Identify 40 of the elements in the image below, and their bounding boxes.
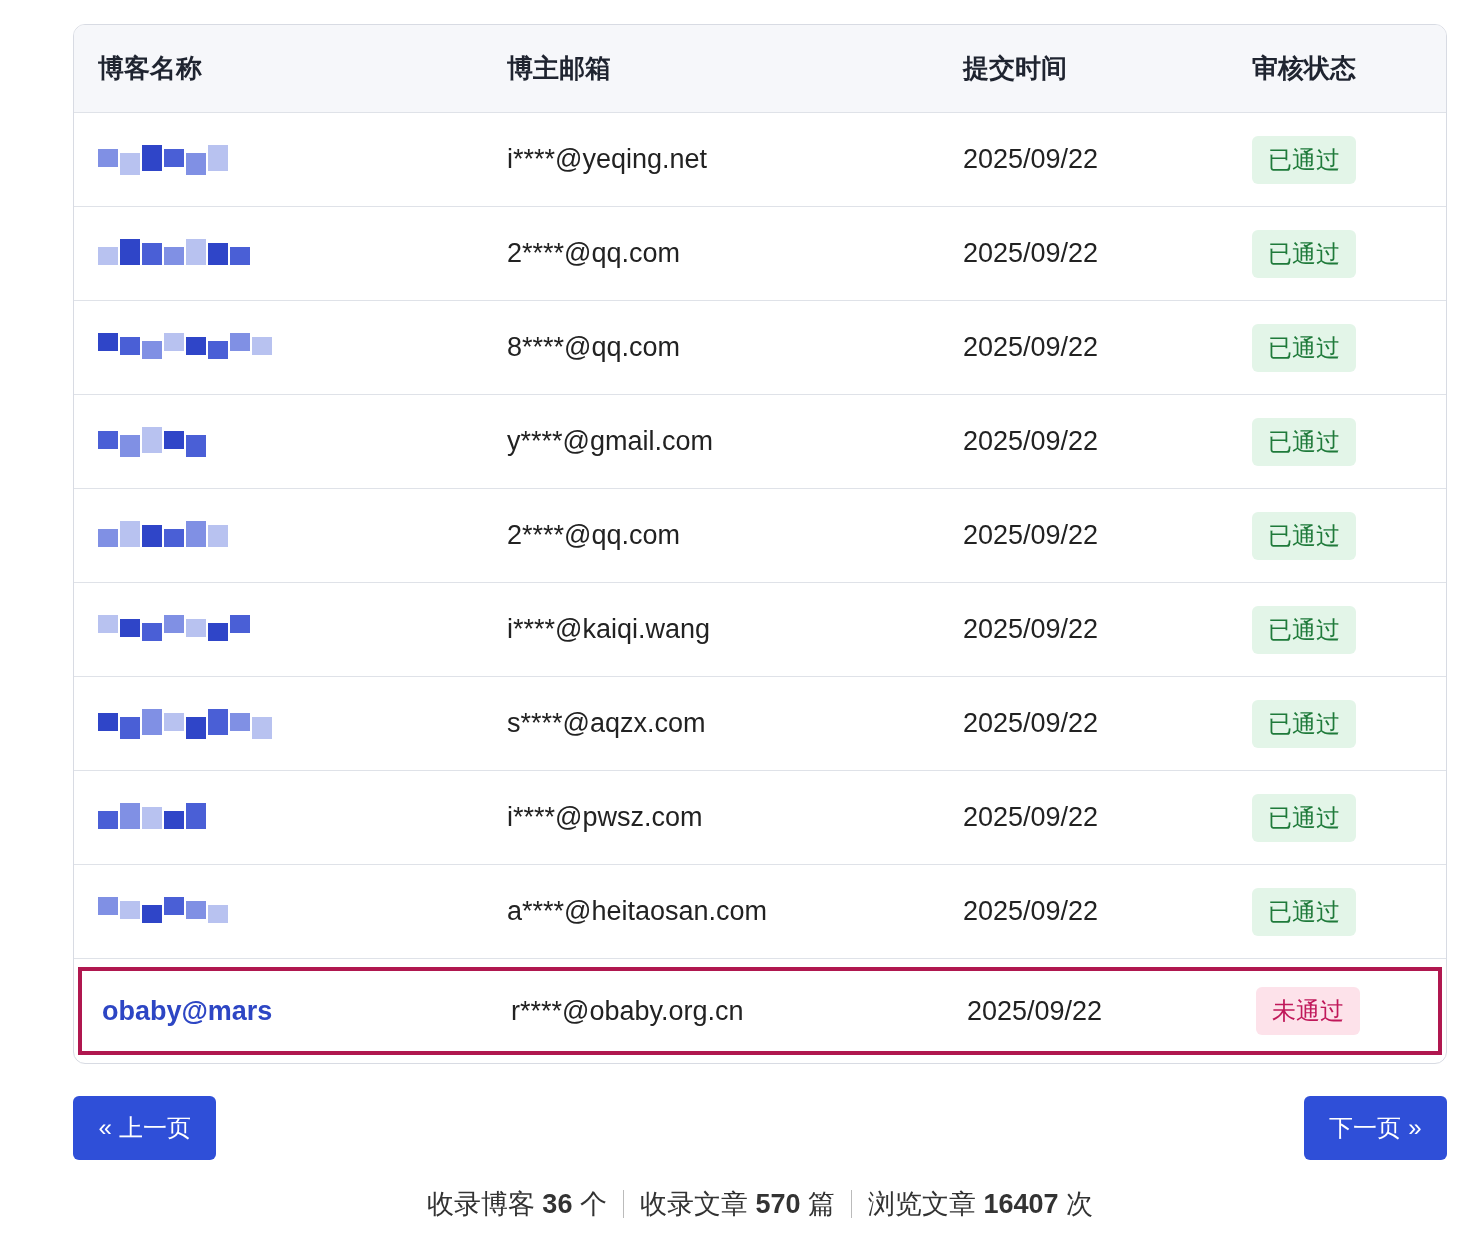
table-cell-text: 2025/09/22 bbox=[963, 425, 1100, 459]
next-page-button[interactable]: 下一页 » bbox=[1304, 1096, 1447, 1160]
table-cell-text: r****@obaby.org.cn bbox=[511, 994, 745, 1028]
table-cell-text: i****@yeqing.net bbox=[507, 143, 709, 177]
column-header: 提交时间 bbox=[963, 52, 1068, 85]
table-cell-text: a****@heitaosan.com bbox=[507, 895, 769, 929]
column-header: 博主邮箱 bbox=[507, 52, 612, 85]
table-cell-text: 2025/09/22 bbox=[963, 331, 1100, 365]
status-badge: 已通过 bbox=[1252, 511, 1356, 560]
table-cell-text: 2025/09/22 bbox=[963, 895, 1100, 929]
status-badge: 已通过 bbox=[1252, 135, 1356, 184]
status-badge: 未通过 bbox=[1256, 987, 1360, 1035]
previous-page-button[interactable]: « 上一页 bbox=[73, 1096, 216, 1160]
column-header: 博客名称 bbox=[98, 52, 203, 85]
status-badge: 已通过 bbox=[1252, 887, 1356, 936]
status-badge: 已通过 bbox=[1252, 323, 1356, 372]
table-cell-text: 2025/09/22 bbox=[963, 707, 1100, 741]
stat-text: 浏览文章 16407 次 bbox=[868, 1188, 1094, 1221]
table-cell-text: 2025/09/22 bbox=[963, 613, 1100, 647]
status-badge: 已通过 bbox=[1252, 605, 1356, 654]
status-badge: 已通过 bbox=[1252, 699, 1356, 748]
blog-name-link[interactable]: obaby@mars bbox=[102, 995, 273, 1026]
stat-text: 收录文章 570 篇 bbox=[639, 1188, 835, 1221]
table-cell-text: 8****@qq.com bbox=[507, 331, 681, 365]
column-header: 审核状态 bbox=[1252, 52, 1357, 85]
table-cell-text: 2025/09/22 bbox=[967, 994, 1104, 1028]
table-cell-text: i****@kaiqi.wang bbox=[507, 613, 711, 647]
stat-text: 收录博客 36 个 bbox=[426, 1188, 607, 1221]
table-cell-text: 2****@qq.com bbox=[507, 519, 681, 553]
table-cell-text: 2025/09/22 bbox=[963, 143, 1100, 177]
table-cell-text: 2025/09/22 bbox=[963, 237, 1100, 271]
table-cell-text: 2025/09/22 bbox=[963, 519, 1100, 553]
table-cell-text: s****@aqzx.com bbox=[507, 707, 707, 741]
table-cell-text: i****@pwsz.com bbox=[507, 801, 704, 835]
status-badge: 已通过 bbox=[1252, 417, 1356, 466]
status-badge: 已通过 bbox=[1252, 229, 1356, 278]
table-cell-text: y****@gmail.com bbox=[507, 425, 714, 459]
status-badge: 已通过 bbox=[1252, 793, 1356, 842]
table-cell-text: 2****@qq.com bbox=[507, 237, 681, 271]
table-cell-text: 2025/09/22 bbox=[963, 801, 1100, 835]
